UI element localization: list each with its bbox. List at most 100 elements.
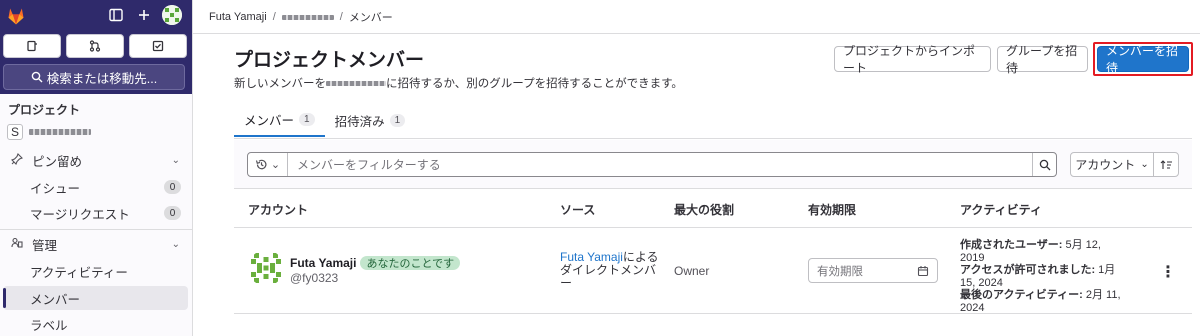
todo-shortcut-button[interactable] <box>129 34 187 58</box>
sort-ascending-icon <box>1160 159 1172 169</box>
activity-access-granted: アクセスが許可されました: 1月 15, 2024 <box>960 264 1128 289</box>
search-button[interactable]: 検索または移動先... <box>3 64 185 90</box>
activity-label: 作成されたユーザー: <box>960 239 1063 251</box>
breadcrumb-current: メンバー <box>348 12 393 24</box>
chevron-down-icon: ⌄ <box>171 154 180 166</box>
sidebar-item-merge-requests[interactable]: マージリクエスト 0 <box>0 201 192 225</box>
merge-requests-shortcut-button[interactable] <box>66 34 124 58</box>
calendar-icon <box>917 265 929 276</box>
activity-label: 最後のアクティビティー: <box>960 289 1083 301</box>
filter-search-button[interactable] <box>1032 153 1056 176</box>
sidebar-toggle-icon[interactable] <box>106 5 126 25</box>
tab-label: 招待済み <box>334 115 385 129</box>
tab-invited[interactable]: 招待済み 1 <box>325 104 416 137</box>
sidebar-item-label: ラベル <box>30 318 68 333</box>
breadcrumb-user[interactable]: Futa Yamaji <box>209 11 267 23</box>
sort-dropdown[interactable]: アカウント ⌄ <box>1070 152 1154 177</box>
chevron-down-icon: ⌄ <box>1140 159 1149 170</box>
breadcrumb-separator: / <box>339 11 343 23</box>
sort-dropdown-label: アカウント <box>1075 158 1136 172</box>
breadcrumb-project-redacted[interactable] <box>281 14 334 20</box>
highlight-box <box>1093 42 1193 76</box>
column-header-max-role: 最大の役割 <box>674 203 735 217</box>
pin-icon <box>10 152 24 168</box>
search-icon <box>31 71 43 83</box>
sidebar-item-members[interactable]: メンバー <box>3 286 188 310</box>
member-filter-input[interactable] <box>288 153 1032 176</box>
search-icon <box>1039 159 1050 170</box>
sidebar-item-manage[interactable]: 管理 ⌄ <box>0 232 192 256</box>
sidebar-item-label: マージリクエスト <box>30 207 130 222</box>
invite-group-button[interactable]: グループを招待 <box>997 44 1088 75</box>
member-name: Futa Yamaji あなたのことです <box>290 256 461 270</box>
sidebar-project[interactable]: S <box>7 124 91 140</box>
activity-created: 作成されたユーザー: 5月 12, 2019 <box>960 239 1128 264</box>
sort-direction-button[interactable] <box>1153 152 1179 177</box>
column-header-activity: アクティビティ <box>960 203 1042 217</box>
merge-request-icon <box>89 40 101 52</box>
plus-icon[interactable] <box>134 5 154 25</box>
its-you-badge: あなたのことです <box>360 256 461 270</box>
subtitle-prefix: 新しいメンバーを <box>234 78 326 90</box>
member-source: Futa Yamajiによるダイレクトメンバー <box>560 251 660 290</box>
sidebar-section-title: プロジェクト <box>8 103 81 117</box>
import-from-project-button[interactable]: プロジェクトからインポート <box>834 44 991 75</box>
header-divider <box>193 33 1200 34</box>
sidebar-item-label: ピン留め <box>32 154 83 169</box>
recent-searches-button[interactable]: ⌄ <box>248 153 288 176</box>
sidebar-header: 検索または移動先... <box>0 0 192 94</box>
page-title: プロジェクトメンバー <box>234 50 425 71</box>
expiration-date-picker[interactable]: 有効期限 <box>808 258 938 283</box>
project-avatar: S <box>7 124 23 140</box>
merge-requests-count-badge: 0 <box>164 206 181 220</box>
subtitle-project-redacted <box>326 80 386 86</box>
tab-members[interactable]: メンバー 1 <box>234 104 325 137</box>
sidebar-item-label: 管理 <box>32 238 58 253</box>
issues-shortcut-button[interactable] <box>3 34 61 58</box>
sidebar-item-label: メンバー <box>30 292 81 307</box>
project-name-redacted <box>29 129 91 135</box>
breadcrumb: Futa Yamaji / / メンバー <box>209 9 393 25</box>
subtitle-suffix: に招待するか、別のグループを招待することができます。 <box>386 78 683 90</box>
user-avatar[interactable] <box>162 5 182 25</box>
member-activity: 作成されたユーザー: 5月 12, 2019 アクセスが許可されました: 1月 … <box>960 239 1128 314</box>
column-header-source: ソース <box>560 203 596 217</box>
sidebar-item-activity[interactable]: アクティビティー <box>0 259 192 283</box>
sidebar-item-labels[interactable]: ラベル <box>0 312 192 336</box>
member-username: @fy0323 <box>290 271 339 285</box>
history-icon <box>255 159 267 170</box>
breadcrumb-separator: / <box>272 11 276 23</box>
manage-icon <box>10 237 24 252</box>
member-avatar[interactable] <box>248 250 284 286</box>
table-header-divider <box>234 227 1192 228</box>
column-header-expiration: 有効期限 <box>808 203 857 217</box>
sidebar-divider <box>0 229 192 230</box>
chevron-down-icon: ⌄ <box>171 238 180 250</box>
tab-count-badge: 1 <box>299 113 315 126</box>
issues-count-badge: 0 <box>164 180 181 194</box>
expiration-placeholder: 有効期限 <box>817 265 863 278</box>
sidebar-item-pinned[interactable]: ピン留め ⌄ <box>0 148 192 172</box>
member-display-name[interactable]: Futa Yamaji <box>290 256 356 270</box>
search-button-label: 検索または移動先... <box>46 71 158 86</box>
tab-count-badge: 1 <box>389 114 406 127</box>
filter-bar: ⌄ アカウント ⌄ <box>234 140 1192 189</box>
activity-label: アクセスが許可されました: <box>960 264 1096 276</box>
sidebar-item-label: アクティビティー <box>30 265 128 280</box>
todo-check-icon <box>152 40 164 52</box>
gitlab-logo-icon[interactable] <box>6 6 26 26</box>
tab-label: メンバー <box>244 114 295 128</box>
issue-icon <box>27 40 37 52</box>
tabs-divider <box>234 138 1192 139</box>
activity-last: 最後のアクティビティー: 2月 11, 2024 <box>960 289 1128 314</box>
filter-box: ⌄ <box>247 152 1057 177</box>
member-role: Owner <box>674 264 710 278</box>
sidebar: 検索または移動先... プロジェクト S ピン留め ⌄ イシュー 0 マージリク… <box>0 0 193 336</box>
sidebar-item-issues[interactable]: イシュー 0 <box>0 175 192 199</box>
page-subtitle: 新しいメンバーを に招待するか、別のグループを招待することができます。 <box>234 75 683 91</box>
source-user-link[interactable]: Futa Yamaji <box>560 250 623 264</box>
member-tabs: メンバー 1 招待済み 1 <box>234 104 415 137</box>
more-actions-icon[interactable]: ⋮ <box>1160 262 1176 282</box>
column-header-account: アカウント <box>248 203 309 217</box>
sidebar-item-label: イシュー <box>30 181 81 196</box>
